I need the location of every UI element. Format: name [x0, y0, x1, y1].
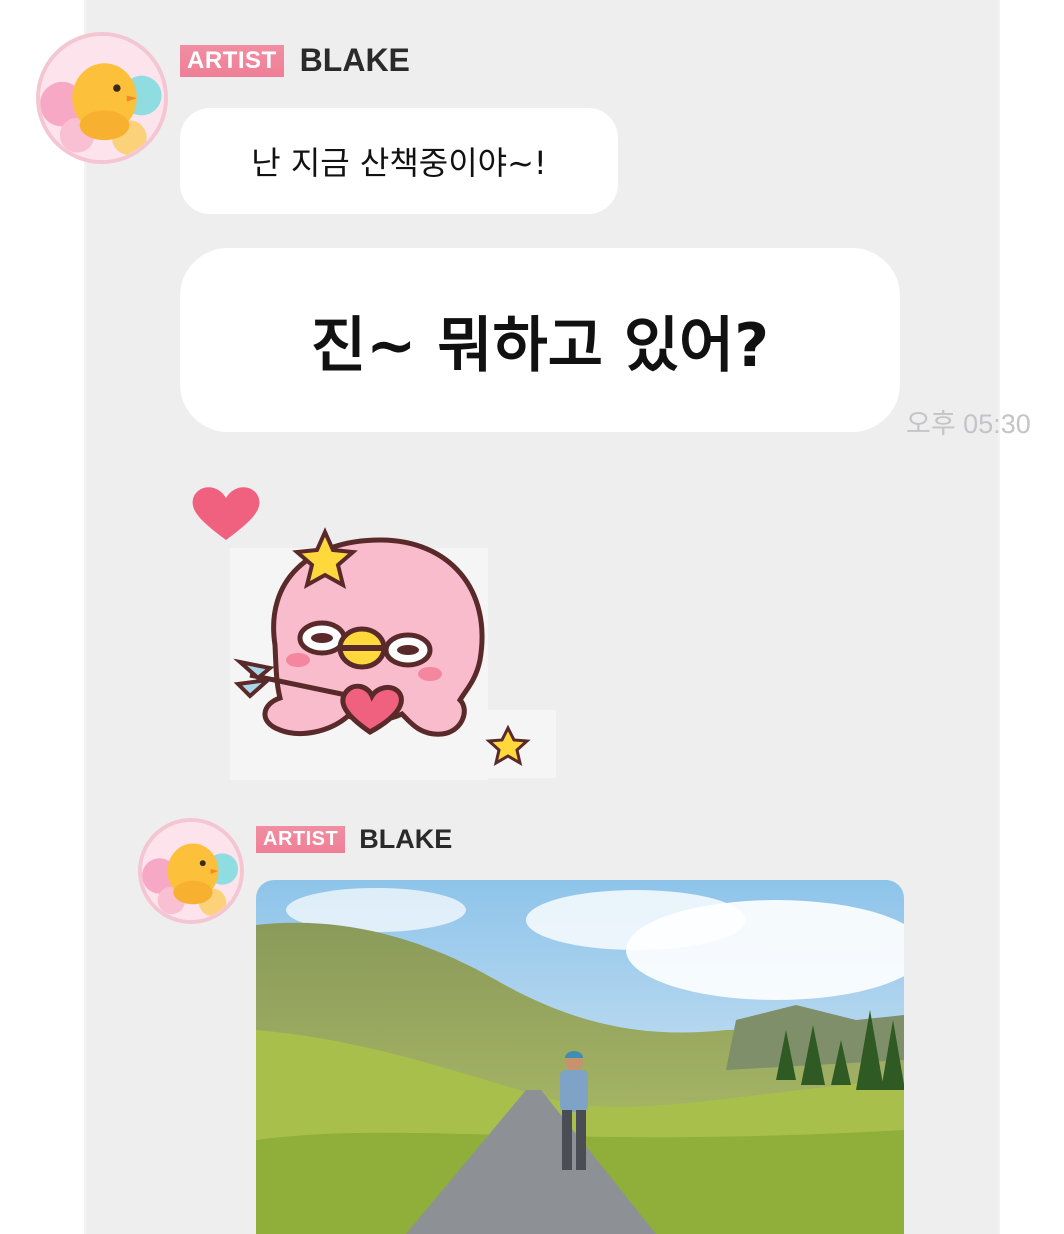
sender-row-2: ARTIST BLAKE — [256, 824, 452, 855]
chick-balloon-avatar-icon — [40, 36, 164, 160]
message-text-large: 진~ 뭐하고 있어? — [310, 310, 770, 381]
emoticon-sticker[interactable] — [180, 470, 560, 780]
photo-message[interactable] — [256, 880, 904, 1234]
artist-avatar-2[interactable] — [138, 818, 244, 924]
message-text: 난 지금 산책중이야~! — [251, 144, 547, 182]
pink-octopus-heart-arrow-sticker — [192, 487, 556, 780]
sender-name[interactable]: BLAKE — [300, 42, 410, 79]
sender-name-2[interactable]: BLAKE — [359, 824, 452, 855]
message-timestamp: 오후 05:30 — [906, 409, 1031, 439]
message-bubble[interactable]: 난 지금 산책중이야~! — [180, 108, 618, 214]
sender-row: ARTIST BLAKE — [180, 42, 410, 79]
man-on-country-road-photo — [256, 880, 904, 1234]
artist-avatar[interactable] — [36, 32, 168, 164]
artist-badge: ARTIST — [180, 44, 284, 77]
chick-balloon-avatar-icon — [142, 822, 240, 920]
artist-badge-2: ARTIST — [256, 826, 346, 853]
message-bubble-large[interactable]: 진~ 뭐하고 있어? — [180, 248, 900, 432]
